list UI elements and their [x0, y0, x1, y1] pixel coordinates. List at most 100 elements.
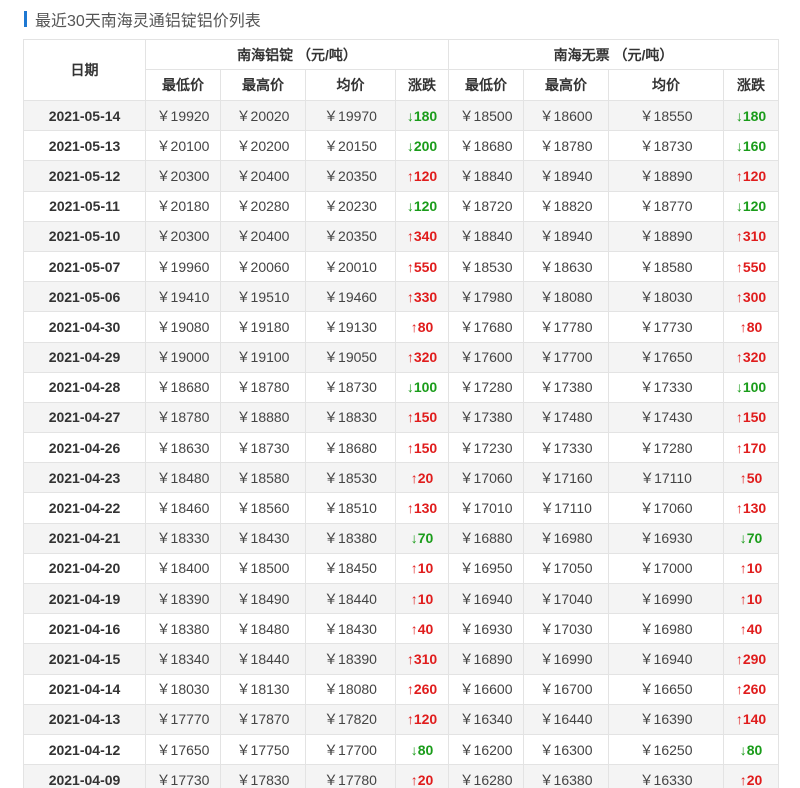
no-invoice-avg-cell: ￥18550 — [608, 99, 725, 132]
no-invoice-avg-cell: ￥18030 — [608, 281, 725, 313]
ingot-avg-cell: ￥18530 — [305, 462, 396, 494]
ingot-change-cell: ↑120 — [394, 160, 450, 192]
ingot-avg-cell: ￥18440 — [305, 582, 396, 615]
ingot-low-cell: ￥18340 — [145, 643, 221, 675]
no-invoice-avg-cell: ￥16250 — [608, 733, 725, 766]
ingot-change-cell: ↓120 — [394, 190, 450, 222]
no-invoice-high-cell: ￥17480 — [523, 401, 610, 434]
no-invoice-avg-cell: ￥18770 — [608, 190, 725, 222]
no-invoice-avg-cell: ￥16650 — [608, 673, 725, 705]
ingot-low-cell: ￥18680 — [145, 371, 221, 403]
no-invoice-low-cell: ￥16880 — [448, 522, 525, 554]
ingot-low-cell: ￥19920 — [145, 99, 221, 132]
ingot-change-cell: ↑340 — [394, 220, 450, 252]
no-invoice-low-cell: ￥16930 — [448, 613, 525, 645]
no-invoice-high-cell: ￥17040 — [523, 582, 610, 615]
ingot-low-cell: ￥17730 — [145, 764, 221, 788]
no-invoice-avg-cell: ￥16390 — [608, 703, 725, 735]
title-accent-bar — [24, 11, 27, 27]
no-invoice-change-cell: ↑310 — [723, 220, 780, 252]
table-body: 2021-05-14 ￥19920 ￥20020 ￥19970 ↓180 ￥18500 ￥1… — [23, 99, 780, 788]
table-row: 2021-04-15 ￥18340 ￥18440 ￥18390 ↑310 ￥16890 ￥1… — [23, 643, 780, 675]
no-invoice-change-cell: ↑260 — [723, 673, 780, 705]
ingot-avg-cell: ￥17780 — [305, 764, 396, 788]
table-row: 2021-05-06 ￥19410 ￥19510 ￥19460 ↑330 ￥17980 ￥1… — [23, 281, 780, 313]
no-invoice-avg-cell: ￥17330 — [608, 371, 725, 403]
date-cell: 2021-04-28 — [23, 371, 146, 403]
ingot-change-cell: ↑10 — [394, 552, 450, 585]
no-invoice-high-cell: ￥16380 — [523, 764, 610, 788]
no-invoice-low-cell: ￥18530 — [448, 250, 525, 283]
no-invoice-low-cell: ￥16940 — [448, 582, 525, 615]
ingot-avg-cell: ￥17820 — [305, 703, 396, 735]
date-cell: 2021-04-12 — [23, 733, 146, 766]
no-invoice-low-cell: ￥17600 — [448, 341, 525, 373]
ingot-high-cell: ￥18440 — [220, 643, 306, 675]
ingot-avg-cell: ￥18730 — [305, 371, 396, 403]
table-row: 2021-05-07 ￥19960 ￥20060 ￥20010 ↑550 ￥18530 ￥1… — [23, 250, 780, 283]
no-invoice-high-cell: ￥17160 — [523, 462, 610, 494]
ingot-low-cell: ￥19410 — [145, 281, 221, 313]
no-invoice-change-cell: ↓120 — [723, 190, 780, 222]
no-invoice-change-cell: ↑150 — [723, 401, 780, 434]
table-row: 2021-04-12 ￥17650 ￥17750 ￥17700 ↓80 ￥16200 ￥16… — [23, 733, 780, 766]
date-cell: 2021-05-14 — [23, 99, 146, 132]
col-header-b-change: 涨跌 — [723, 69, 780, 101]
ingot-high-cell: ￥17750 — [220, 733, 306, 766]
ingot-high-cell: ￥19180 — [220, 311, 306, 343]
no-invoice-high-cell: ￥16700 — [523, 673, 610, 705]
no-invoice-high-cell: ￥16990 — [523, 643, 610, 675]
no-invoice-change-cell: ↑120 — [723, 160, 780, 192]
date-cell: 2021-04-20 — [23, 552, 146, 585]
no-invoice-high-cell: ￥17380 — [523, 371, 610, 403]
no-invoice-change-cell: ↓70 — [723, 522, 780, 554]
no-invoice-avg-cell: ￥17060 — [608, 492, 725, 524]
date-cell: 2021-04-15 — [23, 643, 146, 675]
ingot-avg-cell: ￥20230 — [305, 190, 396, 222]
ingot-avg-cell: ￥19970 — [305, 99, 396, 132]
no-invoice-low-cell: ￥16280 — [448, 764, 525, 788]
no-invoice-change-cell: ↑170 — [723, 432, 780, 464]
col-header-b-avg: 均价 — [608, 69, 725, 101]
ingot-avg-cell: ￥20150 — [305, 130, 396, 162]
ingot-high-cell: ￥17830 — [220, 764, 306, 788]
no-invoice-low-cell: ￥17010 — [448, 492, 525, 524]
no-invoice-change-cell: ↑300 — [723, 281, 780, 313]
ingot-low-cell: ￥18780 — [145, 401, 221, 434]
no-invoice-avg-cell: ￥18890 — [608, 160, 725, 192]
no-invoice-avg-cell: ￥18890 — [608, 220, 725, 252]
ingot-change-cell: ↑150 — [394, 432, 450, 464]
ingot-change-cell: ↑40 — [394, 613, 450, 645]
no-invoice-high-cell: ￥18780 — [523, 130, 610, 162]
table-row: 2021-04-09 ￥17730 ￥17830 ￥17780 ↑20 ￥16280 ￥16… — [23, 764, 780, 788]
ingot-change-cell: ↑10 — [394, 582, 450, 615]
no-invoice-low-cell: ￥17060 — [448, 462, 525, 494]
date-cell: 2021-04-26 — [23, 432, 146, 464]
table-row: 2021-04-30 ￥19080 ￥19180 ￥19130 ↑80 ￥17680 ￥17… — [23, 311, 780, 343]
ingot-change-cell: ↓180 — [394, 99, 450, 132]
ingot-avg-cell: ￥19130 — [305, 311, 396, 343]
ingot-low-cell: ￥18460 — [145, 492, 221, 524]
no-invoice-high-cell: ￥17030 — [523, 613, 610, 645]
no-invoice-low-cell: ￥16890 — [448, 643, 525, 675]
ingot-low-cell: ￥18330 — [145, 522, 221, 554]
no-invoice-low-cell: ￥18500 — [448, 99, 525, 132]
no-invoice-low-cell: ￥16600 — [448, 673, 525, 705]
table-row: 2021-04-19 ￥18390 ￥18490 ￥18440 ↑10 ￥16940 ￥17… — [23, 582, 780, 615]
no-invoice-avg-cell: ￥18580 — [608, 250, 725, 283]
ingot-high-cell: ￥18480 — [220, 613, 306, 645]
ingot-high-cell: ￥20060 — [220, 250, 306, 283]
ingot-high-cell: ￥18500 — [220, 552, 306, 585]
table-header: 日期 南海铝锭 （元/吨） 南海无票 （元/吨） 最低价 最高价 均价 涨跌 最… — [23, 39, 780, 101]
no-invoice-high-cell: ￥17110 — [523, 492, 610, 524]
no-invoice-avg-cell: ￥17280 — [608, 432, 725, 464]
date-cell: 2021-05-11 — [23, 190, 146, 222]
ingot-change-cell: ↑320 — [394, 341, 450, 373]
table-row: 2021-04-26 ￥18630 ￥18730 ￥18680 ↑150 ￥17230 ￥1… — [23, 432, 780, 464]
ingot-change-cell: ↑120 — [394, 703, 450, 735]
date-cell: 2021-05-07 — [23, 250, 146, 283]
page-title: 最近30天南海灵通铝锭铝价列表 — [24, 8, 261, 30]
ingot-high-cell: ￥18580 — [220, 462, 306, 494]
no-invoice-low-cell: ￥17380 — [448, 401, 525, 434]
table-row: 2021-04-29 ￥19000 ￥19100 ￥19050 ↑320 ￥17600 ￥1… — [23, 341, 780, 373]
